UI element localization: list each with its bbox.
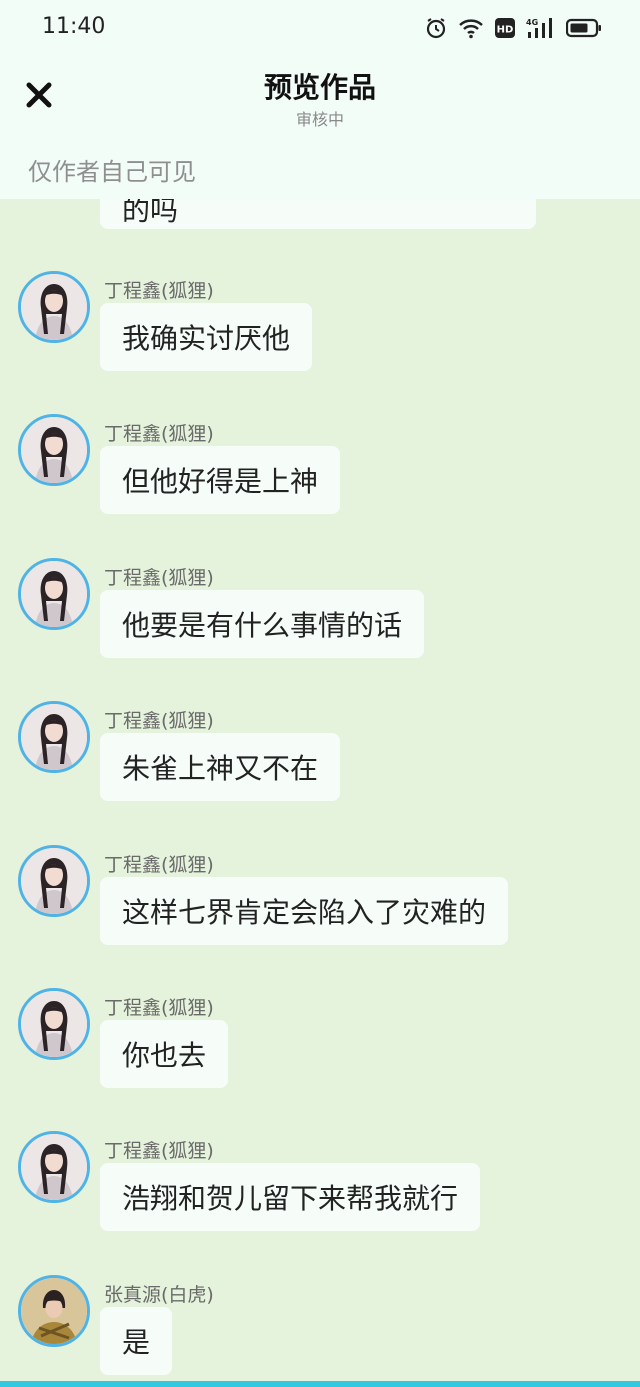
avatar-ding-chengxin-portrait-icon: [21, 417, 87, 483]
alarm-icon: [424, 16, 448, 40]
sender-name: 张真源(白虎): [104, 1284, 214, 1306]
signal-4g-icon: 4G: [526, 17, 556, 39]
sender-name: 丁程鑫(狐狸): [104, 997, 214, 1019]
avatar-ding-chengxin-portrait-icon: [21, 848, 87, 914]
status-time: 11:40: [42, 14, 106, 39]
message-bubble[interactable]: 是: [100, 1307, 173, 1375]
visibility-note: 仅作者自己可见: [28, 158, 196, 186]
avatar[interactable]: [18, 414, 90, 486]
chat-message: 张真源(白虎) 是: [0, 1275, 640, 1381]
avatar-ding-chengxin-portrait-icon: [21, 274, 87, 340]
sender-name: 丁程鑫(狐狸): [104, 280, 214, 302]
sender-name: 丁程鑫(狐狸): [104, 423, 214, 445]
message-bubble[interactable]: 但他好得是上神: [100, 446, 341, 514]
avatar[interactable]: [18, 701, 90, 773]
message-bubble[interactable]: 朱雀上神又不在: [100, 733, 341, 801]
wifi-icon: [458, 17, 484, 39]
chat-message: 丁程鑫(狐狸) 朱雀上神又不在: [0, 701, 640, 821]
review-status: 审核中: [295, 110, 344, 129]
header: 预览作品 审核中: [0, 56, 640, 146]
chat-message: 丁程鑫(狐狸) 但他好得是上神: [0, 414, 640, 534]
avatar[interactable]: [18, 558, 90, 630]
hd-label: HD: [497, 25, 514, 36]
sender-name: 丁程鑫(狐狸): [104, 854, 214, 876]
chat-message: 丁程鑫(狐狸) 我确实讨厌他: [0, 271, 640, 391]
chat-message: 丁程鑫(狐狸) 他要是有什么事情的话: [0, 558, 640, 678]
avatar-ding-chengxin-portrait-icon: [21, 561, 87, 627]
message-bubble[interactable]: 我确实讨厌他: [100, 303, 313, 371]
hd-icon: HD: [494, 17, 516, 39]
message-bubble[interactable]: 这样七界肯定会陷入了灾难的: [100, 877, 509, 945]
top-area: 11:40 HD 4G 预览作品 审核中 仅作者自己可见: [0, 0, 640, 199]
chat-message: 丁程鑫(狐狸) 你也去: [0, 988, 640, 1108]
avatar[interactable]: [18, 1275, 90, 1347]
avatar[interactable]: [18, 1131, 90, 1203]
message-bubble[interactable]: 你也去: [100, 1020, 229, 1088]
message-bubble[interactable]: 浩翔和贺儿留下来帮我就行: [100, 1163, 481, 1231]
message-bubble[interactable]: 他要是有什么事情的话: [100, 590, 425, 658]
avatar-ding-chengxin-portrait-icon: [21, 1134, 87, 1200]
status-icons: HD 4G: [424, 16, 602, 40]
sender-name: 丁程鑫(狐狸): [104, 567, 214, 589]
avatar[interactable]: [18, 845, 90, 917]
bottom-indicator-bar: [0, 1381, 640, 1387]
page-title: 预览作品: [263, 71, 376, 104]
avatar-ding-chengxin-portrait-icon: [21, 991, 87, 1057]
status-bar: 11:40 HD 4G: [0, 0, 640, 56]
avatar-zhang-zhenyuan-portrait-icon: [21, 1278, 87, 1344]
sender-name: 丁程鑫(狐狸): [104, 710, 214, 732]
network-label: 4G: [526, 18, 538, 27]
message-text: 的吗: [122, 199, 179, 227]
message-bubble-partial: 的吗: [100, 199, 536, 229]
avatar[interactable]: [18, 271, 90, 343]
chat-list[interactable]: 的吗 丁程鑫(狐狸) 我确实讨厌他 丁程鑫(狐狸) 但他好得是上神 丁程鑫(狐狸…: [0, 199, 640, 1381]
chat-message: 丁程鑫(狐狸) 这样七界肯定会陷入了灾难的: [0, 845, 640, 965]
sender-name: 丁程鑫(狐狸): [104, 1140, 214, 1162]
battery-icon: [566, 18, 602, 38]
avatar-ding-chengxin-portrait-icon: [21, 704, 87, 770]
avatar[interactable]: [18, 988, 90, 1060]
chat-message: 丁程鑫(狐狸) 浩翔和贺儿留下来帮我就行: [0, 1131, 640, 1251]
